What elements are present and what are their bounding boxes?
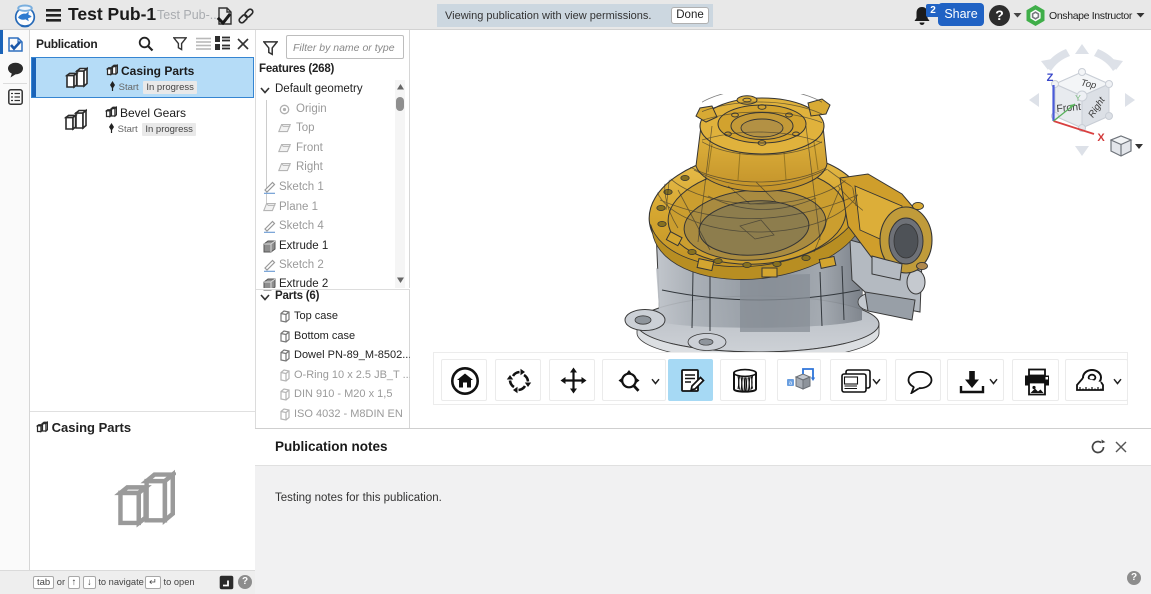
svg-text:Y: Y <box>1075 93 1081 103</box>
svg-text:Z: Z <box>1047 72 1054 84</box>
svg-text:X: X <box>1097 132 1105 144</box>
svg-text:Front: Front <box>1056 101 1082 115</box>
